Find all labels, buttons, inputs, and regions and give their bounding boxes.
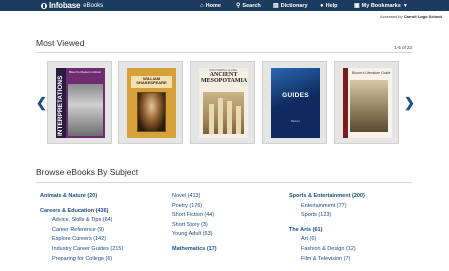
book-card-5[interactable]: Bloom's Literature Guide	[334, 61, 399, 144]
cover-glow	[271, 68, 320, 112]
book-card-1[interactable]: INTERPRETATIONS Bloom's Modern Critical	[47, 61, 112, 144]
nav-dictionary[interactable]: ▤ Dictionary	[273, 0, 308, 11]
cover-title-2: WILLIAM SHAKESPEARE	[136, 76, 167, 86]
nav-home-label: Home	[205, 2, 221, 9]
book-card-2[interactable]: WILLIAM SHAKESPEARE	[118, 61, 183, 144]
subject-career-reference[interactable]: Career Reference (9)	[40, 226, 123, 236]
book-cover-1[interactable]: INTERPRETATIONS Bloom's Modern Critical	[56, 68, 105, 138]
book-cover-5[interactable]: Bloom's Literature Guide	[343, 68, 392, 138]
subject-column-3: Sports & Entertainment (200) Entertainme…	[289, 192, 365, 264]
subject-industry-guides[interactable]: Industry Career Guides (215)	[40, 245, 123, 255]
book-card-3[interactable]: DISCOVERING GLOBAL ANCIENT MESOPOTAMIA	[190, 61, 255, 144]
subject-short-story[interactable]: Short Story (3)	[172, 221, 217, 231]
subject-entertainment[interactable]: Entertainment (77)	[289, 202, 365, 212]
subject-careers-education[interactable]: Careers & Education (436)	[40, 207, 123, 217]
subject-fashion-design[interactable]: Fashion & Design (12)	[289, 245, 365, 255]
nav-dictionary-label: Dictionary	[280, 2, 308, 9]
carousel-prev-arrow[interactable]: ❮	[36, 96, 47, 109]
book-cover-4[interactable]: GUIDES Bloom's	[271, 68, 320, 138]
subject-young-adult[interactable]: Young Adult (63)	[172, 230, 217, 240]
cover-sub-4: Bloom's	[291, 120, 300, 123]
book-cover-2[interactable]: WILLIAM SHAKESPEARE	[127, 68, 176, 138]
browse-heading: Browse eBooks By Subject	[36, 167, 139, 177]
subject-film-television[interactable]: Film & Television (7)	[289, 255, 365, 265]
subject-sports-entertainment[interactable]: Sports & Entertainment (200)	[289, 192, 365, 202]
subject-the-arts[interactable]: The Arts (61)	[289, 226, 365, 236]
section-divider	[36, 182, 412, 183]
subject-explore-careers[interactable]: Explore Careers (142)	[40, 235, 123, 245]
cover-title-5: Bloom's Literature Guide	[352, 71, 391, 75]
nav-bookmarks-label: My Bookmarks	[361, 2, 401, 9]
nav-home[interactable]: ⌂ Home	[200, 0, 221, 11]
nav-search[interactable]: ⚲ Search	[236, 0, 261, 11]
subject-animals-nature[interactable]: Animals & Nature (20)	[40, 192, 123, 202]
cover-column	[236, 106, 241, 134]
cover-illustration-3	[203, 92, 244, 134]
help-icon: ●	[320, 2, 324, 9]
subject-column-2: Novel (413) Poetry (176) Short Fiction (…	[172, 192, 217, 255]
subject-advice-skills[interactable]: Advice, Skills & Tips (64)	[40, 216, 123, 226]
accessed-by-label: Accessed by	[379, 14, 403, 19]
nav-my-bookmarks[interactable]: ▣ My Bookmarks ▼	[354, 0, 408, 11]
accessed-by-institution: Carroll Logo School	[403, 14, 442, 19]
subject-mathematics[interactable]: Mathematics (17)	[172, 245, 217, 255]
search-icon: ⚲	[236, 2, 241, 9]
cover-column	[227, 101, 232, 134]
cover-title-4: GUIDES	[282, 92, 309, 99]
logo-icon	[41, 2, 47, 9]
cover-title-1: INTERPRETATIONS	[57, 75, 64, 136]
cover-title-3: ANCIENT MESOPOTAMIA	[201, 72, 248, 84]
carousel-next-arrow[interactable]: ❯	[404, 96, 415, 109]
subject-poetry[interactable]: Poetry (176)	[172, 202, 217, 212]
logo-subtext: eBooks	[83, 2, 104, 9]
subject-column-1: Animals & Nature (20) Careers & Educatio…	[40, 192, 123, 264]
bookmark-icon: ▣	[354, 2, 360, 9]
page-count: 1-5 of 23	[394, 45, 412, 50]
subject-art[interactable]: Art (6)	[289, 235, 365, 245]
subject-sports[interactable]: Sports (123)	[289, 211, 365, 221]
book-cover-3[interactable]: DISCOVERING GLOBAL ANCIENT MESOPOTAMIA	[199, 68, 248, 138]
cover-column	[209, 104, 214, 134]
home-icon: ⌂	[200, 2, 204, 9]
section-divider	[36, 52, 412, 53]
chevron-down-icon: ▼	[402, 2, 408, 9]
accessed-by-text: Accessed by Carroll Logo School	[380, 14, 442, 19]
book-card-4[interactable]: GUIDES Bloom's	[262, 61, 327, 144]
nav-search-label: Search	[242, 2, 261, 9]
infobase-logo[interactable]: Infobase eBooks	[41, 0, 103, 11]
subject-novel[interactable]: Novel (413)	[172, 192, 217, 202]
logo-text: Infobase	[49, 1, 81, 10]
nav-help-label: Help	[325, 2, 338, 9]
cover-illustration-5	[350, 80, 388, 132]
cover-column	[218, 98, 223, 134]
most-viewed-heading: Most Viewed	[36, 38, 85, 48]
subject-short-fiction[interactable]: Short Fiction (44)	[172, 211, 217, 221]
cover-photo-1	[68, 84, 103, 136]
cover-top-1: Bloom's Modern Critical	[69, 70, 101, 74]
cover-portrait-2	[137, 92, 166, 132]
subject-preparing-college[interactable]: Preparing for College (6)	[40, 255, 123, 265]
nav-help[interactable]: ● Help	[320, 0, 338, 11]
dictionary-icon: ▤	[273, 2, 279, 9]
